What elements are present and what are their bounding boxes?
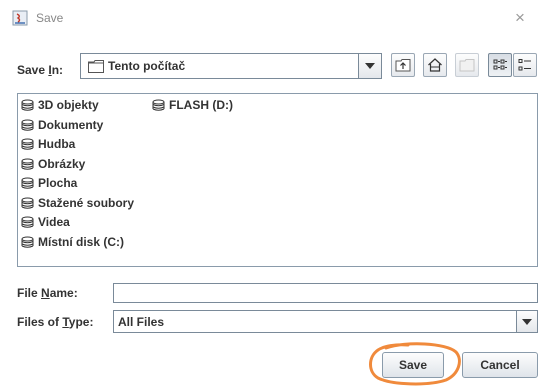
save-in-label: Save In:: [17, 63, 64, 77]
file-list-item-label: Obrázky: [38, 156, 86, 171]
save-in-row: Save In: Tento počítač: [0, 51, 541, 81]
drive-icon: [21, 158, 34, 170]
cancel-button[interactable]: Cancel: [462, 352, 538, 378]
home-button[interactable]: [423, 53, 447, 77]
details-view-button[interactable]: [513, 53, 537, 77]
close-icon: ×: [515, 8, 525, 27]
chevron-down-icon: [522, 319, 532, 325]
drive-icon: [21, 197, 34, 209]
close-button[interactable]: ×: [509, 7, 531, 29]
file-list-item-label: Dokumenty: [38, 117, 104, 132]
save-in-combo[interactable]: Tento počítač: [80, 53, 382, 79]
file-name-label: File Name:: [17, 286, 78, 300]
file-list-item-label: Hudba: [38, 137, 76, 151]
up-one-level-icon: [395, 59, 411, 72]
current-folder-value: Tento počítač: [108, 59, 186, 73]
file-type-combo[interactable]: All Files: [113, 310, 538, 333]
drive-icon: [21, 236, 34, 248]
file-type-dropdown-arrow[interactable]: [516, 311, 537, 332]
file-list-item-label: 3D objekty: [38, 98, 99, 112]
drive-icon: [21, 119, 34, 131]
home-icon: [428, 58, 442, 72]
file-type-label: Files of Type:: [17, 315, 94, 329]
save-in-dropdown-arrow[interactable]: [358, 54, 381, 78]
drive-icon: [21, 138, 34, 150]
list-view-button[interactable]: [488, 53, 512, 77]
computer-folder-icon: [88, 60, 104, 76]
new-folder-icon: [459, 59, 475, 72]
up-one-level-button[interactable]: [391, 53, 415, 77]
java-app-icon: [12, 10, 28, 26]
drive-icon: [152, 99, 165, 111]
drive-icon: [21, 99, 34, 111]
file-list-item-label: Místní disk (C:): [38, 234, 124, 249]
file-name-input[interactable]: [113, 283, 538, 303]
file-list-pane[interactable]: 3D objekty Dokumenty Hudba Obrázky Plocha Sta…: [17, 93, 538, 267]
save-highlight-annotation: [369, 342, 461, 386]
drive-icon: [21, 216, 34, 228]
details-view-icon: [518, 59, 531, 71]
file-list-item-label: Videa: [38, 215, 70, 229]
file-list-item-label: Plocha: [38, 176, 78, 190]
file-list-item-label: FLASH (D:): [169, 98, 233, 112]
file-list-item-label: Stažené soubory: [38, 195, 135, 210]
drive-icon: [21, 177, 34, 189]
title-bar: Save ×: [0, 0, 541, 36]
window-title: Save: [36, 11, 64, 25]
new-folder-button[interactable]: [455, 53, 479, 77]
file-type-value: All Files: [118, 315, 165, 329]
list-view-icon: [493, 59, 507, 70]
chevron-down-icon: [365, 63, 375, 69]
